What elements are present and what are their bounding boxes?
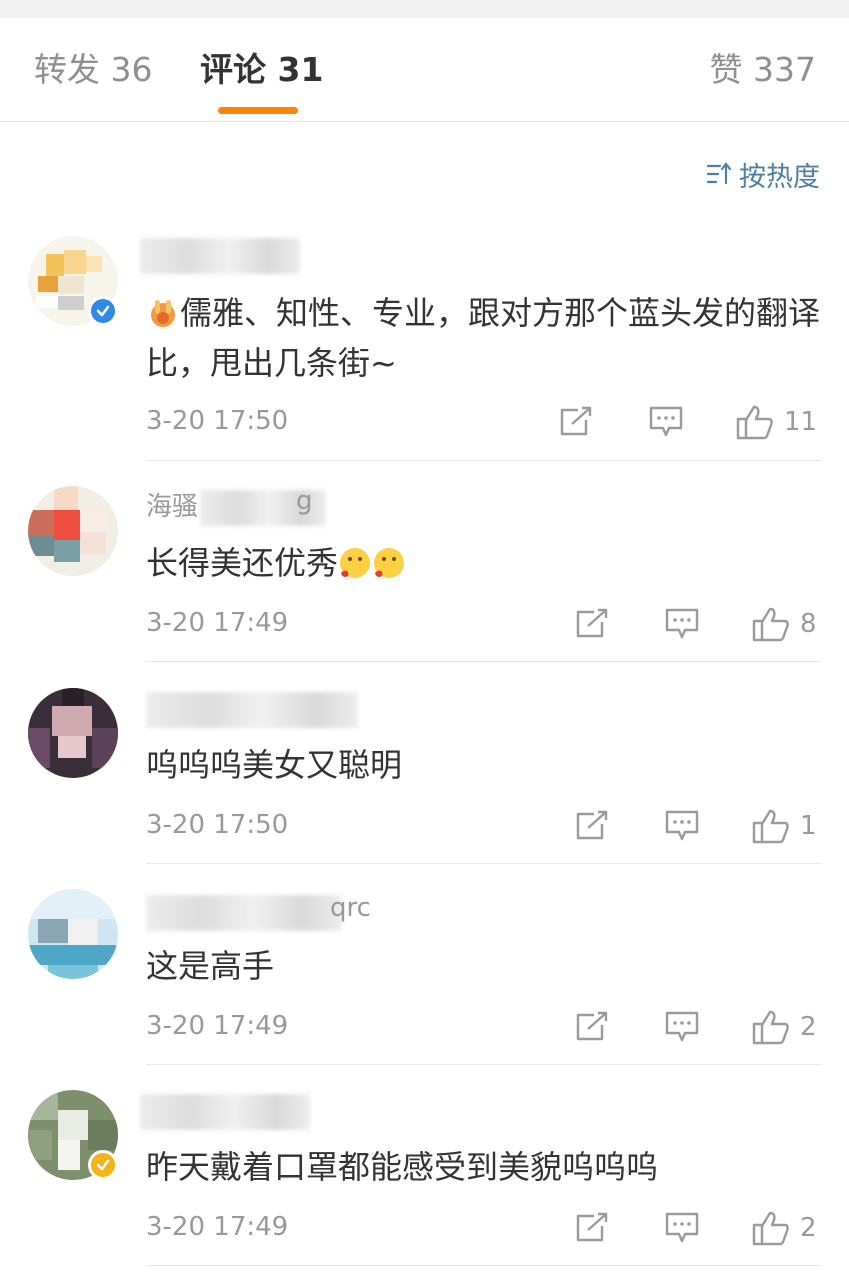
repost-button[interactable] [558, 402, 594, 442]
sort-icon [706, 162, 732, 185]
reply-button[interactable] [648, 402, 684, 442]
tab-bar: 转发 36 评论 31 赞 337 [0, 18, 849, 122]
avatar-image [28, 889, 118, 979]
thumbs-up-icon [752, 607, 789, 642]
like-button[interactable]: 1 [752, 806, 817, 846]
reply-button[interactable] [664, 806, 700, 846]
comment-text: 长得美还优秀 [146, 538, 826, 588]
repost-icon [576, 608, 608, 638]
active-tab-indicator [218, 107, 298, 114]
repost-icon [576, 1011, 608, 1041]
reply-button[interactable] [664, 604, 700, 644]
comment-time: 3-20 17:49 [146, 608, 289, 638]
username-blurred[interactable] [146, 895, 342, 931]
like-count: 1 [800, 811, 817, 841]
reply-button[interactable] [664, 1007, 700, 1047]
thumbs-up-icon [736, 405, 773, 440]
like-button[interactable]: 2 [752, 1208, 817, 1248]
comment-icon [665, 810, 699, 841]
comment-meta: 3-20 17:49 8 [146, 604, 821, 644]
like-button[interactable]: 2 [752, 1007, 817, 1047]
comment-time: 3-20 17:49 [146, 1212, 289, 1242]
username-blurred[interactable] [140, 238, 300, 274]
comment-meta: 3-20 17:49 2 [146, 1208, 821, 1248]
username[interactable]: 海骚 [146, 486, 198, 523]
comment-divider [146, 460, 821, 461]
repost-icon [576, 1212, 608, 1242]
avatar-image [28, 688, 118, 778]
comment-text: 昨天戴着口罩都能感受到美貌呜呜呜 [146, 1148, 659, 1186]
comment-time: 3-20 17:50 [146, 810, 289, 840]
comment-text: 呜呜呜美女又聪明 [146, 746, 403, 784]
tab-forward[interactable]: 转发 36 [34, 48, 152, 92]
username-tail: g [296, 486, 313, 516]
like-button[interactable]: 8 [752, 604, 817, 644]
username-tail: qrc [330, 893, 371, 923]
hands-emoji-icon [151, 300, 175, 327]
verified-badge-icon [88, 1150, 118, 1180]
comment-text: 儒雅、知性、专业，跟对方那个蓝头发的翻译比，甩出几条街~ [146, 294, 821, 382]
status-strip [0, 0, 849, 18]
avatar[interactable] [28, 486, 118, 576]
comment-time: 3-20 17:50 [146, 406, 289, 436]
repost-button[interactable] [574, 1007, 610, 1047]
comment-icon [665, 1011, 699, 1042]
repost-button[interactable] [574, 1208, 610, 1248]
comment-meta: 3-20 17:49 2 [146, 1007, 821, 1047]
thumbs-up-icon [752, 1211, 789, 1246]
like-count: 2 [800, 1213, 817, 1243]
comment-divider [146, 1265, 821, 1266]
comment-divider [146, 661, 821, 662]
thumbs-up-icon [752, 1010, 789, 1045]
comment-icon [665, 1212, 699, 1243]
repost-icon [576, 810, 608, 840]
comment-icon [665, 608, 699, 639]
comment-text: 这是高手 [146, 947, 275, 985]
avatar-image [28, 486, 118, 576]
avatar[interactable] [28, 889, 118, 979]
username-blurred[interactable] [140, 1094, 310, 1130]
repost-icon [560, 406, 592, 436]
like-count: 2 [800, 1012, 817, 1042]
like-button[interactable]: 11 [736, 402, 817, 442]
sort-by-popularity-button[interactable]: 按热度 [705, 154, 820, 194]
like-count: 8 [800, 609, 817, 639]
tab-comments[interactable]: 评论 31 [200, 48, 323, 92]
username-blurred[interactable] [146, 692, 358, 728]
repost-button[interactable] [574, 604, 610, 644]
comment-divider [146, 863, 821, 864]
tab-likes[interactable]: 赞 337 [710, 48, 816, 92]
comment-meta: 3-20 17:50 1 [146, 806, 821, 846]
comment-meta: 3-20 17:50 11 [146, 402, 821, 442]
repost-button[interactable] [574, 806, 610, 846]
comment-divider [146, 1064, 821, 1065]
verified-badge-icon [88, 296, 118, 326]
kiss-emoji-icon [340, 548, 405, 578]
like-count: 11 [784, 407, 818, 437]
thumbs-up-icon [752, 809, 789, 844]
comment-time: 3-20 17:49 [146, 1011, 289, 1041]
avatar[interactable] [28, 688, 118, 778]
sort-label: 按热度 [739, 161, 820, 193]
reply-button[interactable] [664, 1208, 700, 1248]
comment-icon [649, 406, 683, 437]
